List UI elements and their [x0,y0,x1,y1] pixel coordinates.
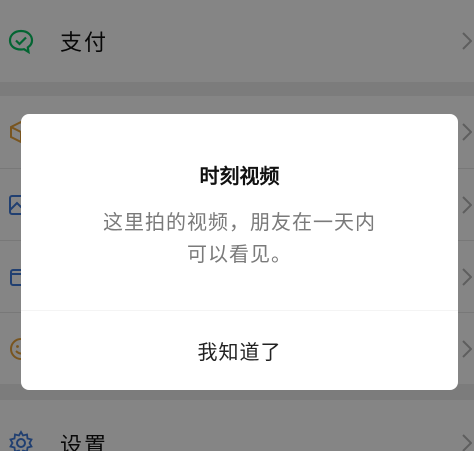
moments-video-dialog: 时刻视频 这里拍的视频，朋友在一天内 可以看见。 我知道了 [21,114,458,390]
dialog-title: 时刻视频 [199,164,280,188]
dialog-message: 这里拍的视频，朋友在一天内 可以看见。 [81,206,398,270]
dialog-message-line-2: 可以看见。 [187,242,292,266]
dialog-message-line-1: 这里拍的视频，朋友在一天内 [103,210,376,234]
screen: 支付 设置 时刻视频 这里拍的视频，朋友在一天内 可以看见。 我知道了 [0,0,474,451]
got-it-button[interactable]: 我知道了 [21,311,458,390]
